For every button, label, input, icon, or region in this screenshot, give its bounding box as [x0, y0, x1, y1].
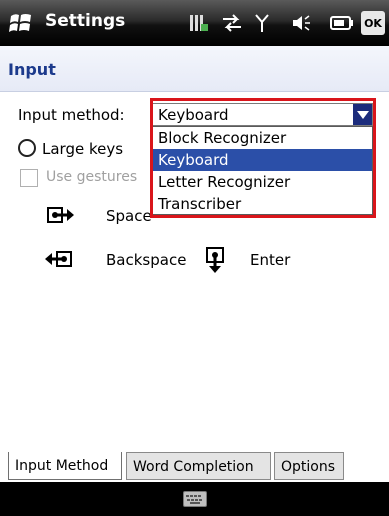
tab-word-completion[interactable]: Word Completion: [126, 452, 271, 480]
volume-icon[interactable]: [290, 10, 312, 36]
chevron-down-icon[interactable]: [353, 104, 372, 125]
large-keys-label: Large keys: [42, 140, 124, 158]
use-gestures-label: Use gestures: [46, 169, 138, 185]
enter-gesture-icon: [206, 247, 224, 273]
backspace-gesture-icon: [45, 251, 72, 267]
tab-strip: Input Method Word Completion Options: [0, 452, 389, 482]
backspace-label: Backspace: [106, 251, 187, 269]
dropdown-value: Keyboard: [158, 106, 229, 124]
page-title: Input: [8, 60, 56, 79]
signal-icon[interactable]: [254, 10, 270, 36]
softkey-bar: [0, 482, 389, 516]
option-transcriber[interactable]: Transcriber: [153, 193, 372, 215]
app-title: Settings: [45, 11, 126, 31]
data-connection-icon[interactable]: [220, 10, 244, 36]
battery-charge-icon[interactable]: [188, 10, 210, 36]
option-block-recognizer[interactable]: Block Recognizer: [153, 127, 372, 149]
space-label: Space: [106, 207, 152, 225]
title-bar: Settings OK: [0, 0, 389, 46]
option-letter-recognizer[interactable]: Letter Recognizer: [153, 171, 372, 193]
enter-label: Enter: [250, 251, 291, 269]
use-gestures-checkbox[interactable]: [20, 169, 38, 187]
space-gesture-icon: [47, 207, 74, 223]
tab-input-method[interactable]: Input Method: [8, 452, 122, 480]
large-keys-radio[interactable]: [18, 139, 36, 157]
option-keyboard[interactable]: Keyboard: [153, 149, 372, 171]
keyboard-icon[interactable]: [183, 491, 207, 507]
page-header: Input: [0, 46, 389, 92]
windows-flag-icon[interactable]: [8, 10, 34, 36]
battery-icon[interactable]: [328, 10, 354, 36]
tab-options[interactable]: Options: [274, 452, 344, 480]
input-method-options: Block Recognizer Keyboard Letter Recogni…: [152, 126, 373, 215]
input-method-dropdown[interactable]: Keyboard: [152, 103, 373, 126]
input-method-label: Input method:: [18, 106, 125, 124]
ok-button[interactable]: OK: [361, 11, 385, 35]
